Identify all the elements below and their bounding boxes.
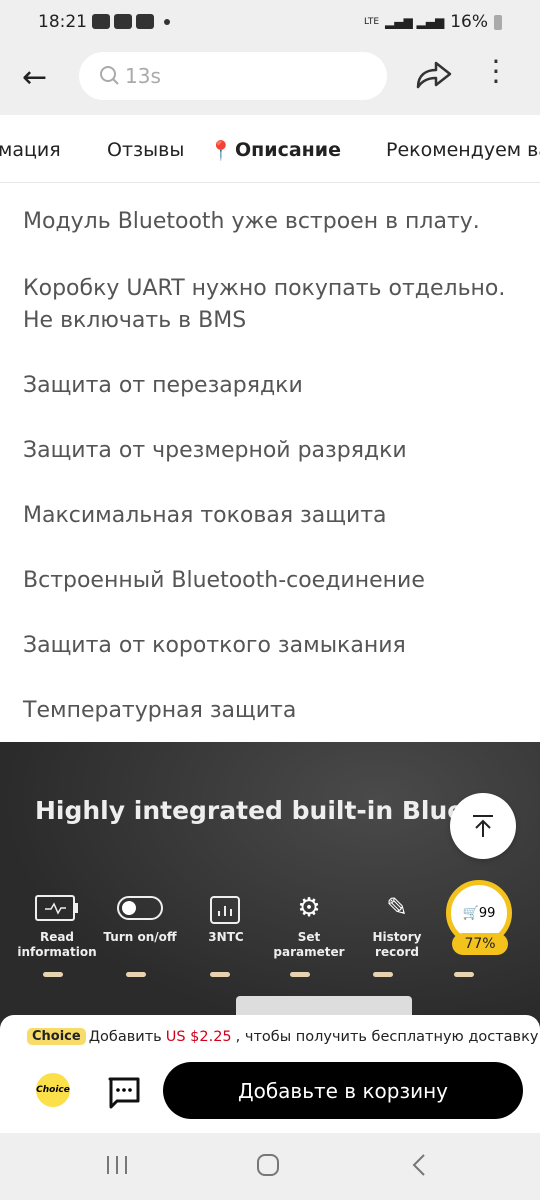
status-bar: 18:21 LTE ▂▄▆ ▂▄▆ 16%: [0, 0, 540, 45]
signal-icon: ▂▄▆ ▂▄▆: [385, 15, 445, 29]
description-line: Встроенный Bluetooth-соединение: [23, 568, 425, 593]
feature-label: History record: [372, 930, 422, 959]
more-notifications-icon: [164, 19, 170, 25]
youtube-icon: [136, 14, 154, 29]
feature-history-record: ✎ History record: [352, 890, 442, 960]
battery-icon: [494, 14, 502, 30]
back-arrow-icon[interactable]: ←: [22, 60, 47, 95]
feature-label: Read information: [17, 930, 97, 959]
cart-icon: 🛒: [462, 905, 479, 921]
pencil-icon: ✎: [386, 892, 408, 923]
toggle-icon: [117, 896, 163, 920]
promo-price: US $2.25: [165, 1028, 232, 1045]
description-line: Максимальная токовая защита: [23, 503, 387, 528]
system-nav-bar: [0, 1133, 540, 1200]
description-line: Защита от чрезмерной разрядки: [23, 438, 407, 463]
location-pin-icon: 📍: [209, 140, 233, 162]
feature-turn-on-off: Turn on/off: [95, 890, 185, 945]
battery-level: 16%: [450, 12, 488, 32]
status-time: 18:21: [38, 12, 87, 32]
feature-label: Set parameter: [273, 930, 345, 959]
battery-icon: [35, 895, 78, 921]
more-vert-icon[interactable]: · · ·: [486, 48, 506, 96]
share-icon[interactable]: [414, 59, 454, 91]
search-icon: [100, 66, 119, 85]
tab-description[interactable]: Описание: [235, 139, 341, 161]
home-icon[interactable]: [256, 1153, 280, 1177]
gallery-icon: [92, 14, 110, 29]
divider-dash: [454, 972, 474, 977]
top-bar: ← 13s · · ·: [0, 45, 540, 115]
choice-logo-button[interactable]: Choice: [36, 1073, 70, 1107]
tab-info[interactable]: мация: [0, 139, 61, 161]
recent-apps-icon[interactable]: [105, 1154, 129, 1176]
promo-prefix: Добавить: [88, 1028, 162, 1045]
feature-label: Turn on/off: [103, 930, 177, 944]
bottom-action-bar: Choice Добавить US $2.25 , чтобы получит…: [0, 1015, 540, 1133]
chart-icon: [210, 896, 240, 924]
youtube-icon: [114, 14, 132, 29]
search-value: 13s: [125, 64, 161, 88]
tab-recommended[interactable]: Рекомендуем ва: [386, 139, 540, 161]
description-line: Не включать в BMS: [23, 308, 247, 333]
network-type: LTE: [364, 17, 380, 27]
divider-dash: [43, 972, 63, 977]
chat-icon[interactable]: [108, 1077, 140, 1109]
coin-count: 99: [478, 905, 496, 921]
free-shipping-promo: Choice Добавить US $2.25 , чтобы получит…: [27, 1028, 538, 1045]
feature-read-information: Read information: [12, 890, 102, 960]
search-input[interactable]: 13s: [79, 52, 387, 100]
description-line: Коробку UART нужно покупать отдельно.: [23, 276, 506, 301]
feature-set-parameter: ⚙ Set parameter: [264, 890, 354, 960]
description-line: Защита от перезарядки: [23, 373, 303, 398]
divider-dash: [373, 972, 393, 977]
coin-progress: 77%: [452, 933, 508, 955]
divider-dash: [290, 972, 310, 977]
notification-icons: [92, 14, 170, 29]
feature-label: 3NTC: [208, 930, 244, 944]
description-line: Модуль Bluetooth уже встроен в плату.: [23, 209, 480, 234]
description-line: Температурная защита: [23, 698, 297, 723]
description-line: Защита от короткого замыкания: [23, 633, 406, 658]
section-tabs: мация Отзывы 📍 Описание Рекомендуем ва: [0, 115, 540, 183]
banner-title: Highly integrated built-in Bluetooth: [35, 796, 475, 825]
feature-3ntc: 3NTC: [181, 890, 271, 945]
scroll-to-top-button[interactable]: [450, 793, 516, 859]
add-to-cart-button[interactable]: Добавьте в корзину: [163, 1062, 523, 1119]
divider-dash: [210, 972, 230, 977]
promo-suffix: , чтобы получить бесплатную доставку: [235, 1028, 539, 1045]
arrow-up-icon: [473, 815, 493, 837]
divider-dash: [126, 972, 146, 977]
gears-icon: ⚙: [297, 892, 321, 923]
choice-badge: Choice: [27, 1028, 86, 1045]
back-icon[interactable]: [410, 1153, 428, 1177]
tab-reviews[interactable]: Отзывы: [107, 139, 184, 161]
